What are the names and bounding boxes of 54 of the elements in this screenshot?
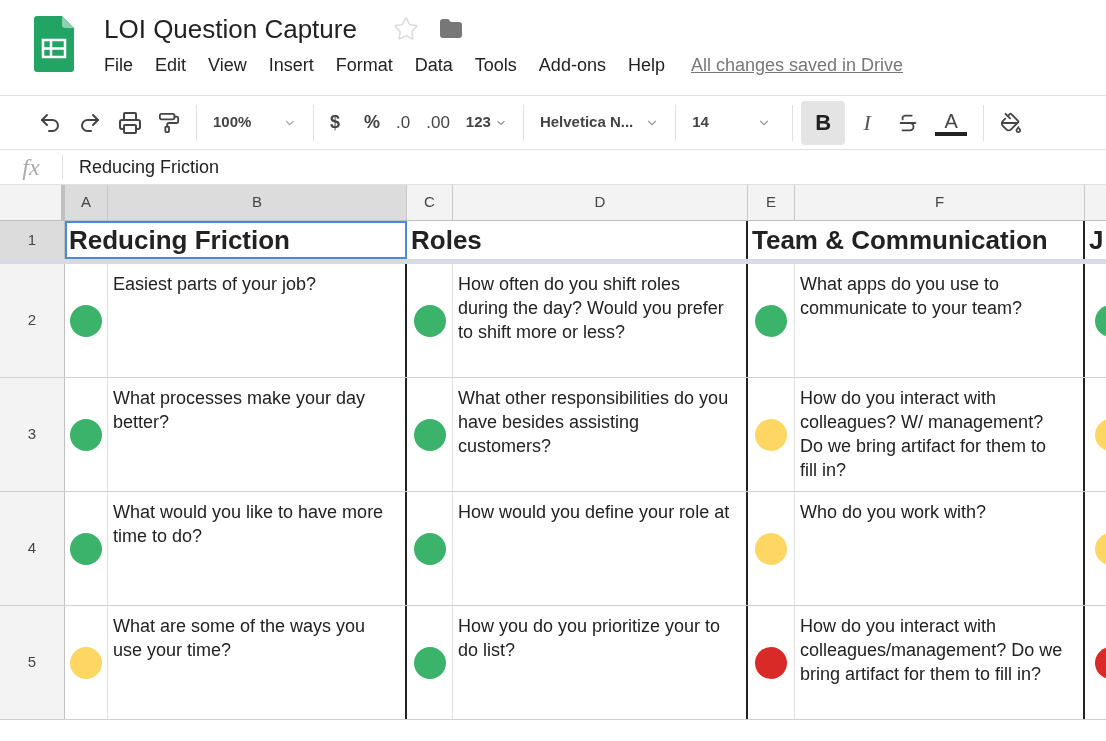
menu-item[interactable]: View [208, 52, 269, 79]
question-text: How do you interact with colleagues/management? Do we bring artifact for them to fill in? [800, 615, 1064, 686]
spreadsheet-logo-icon[interactable] [34, 16, 74, 72]
menu-item[interactable]: Data [414, 52, 475, 79]
zoom-dropdown[interactable]: 100% [205, 104, 305, 141]
question-text: Who do you work with? [800, 501, 988, 524]
column-header[interactable]: F [795, 185, 1085, 220]
menu-item[interactable]: Format [335, 52, 415, 79]
bold-button[interactable]: B [801, 100, 846, 145]
menu-item[interactable]: Tools [474, 52, 539, 79]
text-color-button[interactable]: A [927, 109, 976, 136]
column-header[interactable]: B [108, 185, 407, 220]
section-header-cell[interactable]: Reducing Friction [65, 221, 407, 259]
question-text: What are some of the ways you use your time? [113, 615, 367, 662]
row-number[interactable]: 4 [0, 492, 65, 605]
decrease-decimals-button[interactable]: .0 [388, 104, 419, 141]
question-text: What processes make your day better? [113, 387, 367, 434]
column-header[interactable]: E [748, 185, 795, 220]
menu-item[interactable]: File [104, 52, 155, 79]
section-header-cell[interactable]: J [1085, 221, 1106, 259]
question-text: Easiest parts of your job? [113, 273, 318, 296]
question-text: How would you define your role at [458, 501, 730, 524]
question-text: What apps do you use to communicate to your team? [800, 273, 1024, 320]
question-text: How often do you shift roles during the day? Would you prefer to shift more or less? [458, 273, 725, 344]
menu-item[interactable]: Help [627, 52, 687, 79]
currency-button[interactable]: $ [322, 104, 348, 141]
increase-decimals-button[interactable]: .00 [418, 104, 458, 141]
document-title[interactable]: LOI Question Capture [104, 12, 357, 46]
folder-icon[interactable] [438, 17, 463, 41]
column-header[interactable]: C [407, 185, 453, 220]
percent-button[interactable]: % [356, 104, 389, 141]
save-status-link[interactable]: All changes saved in Drive [690, 52, 904, 79]
question-text: How do you interact with colleagues? W/ management? Do we bring artifact for them to fill in? [800, 387, 1048, 482]
formula-input[interactable]: Reducing Friction [79, 153, 220, 181]
row-number[interactable]: 5 [0, 606, 65, 719]
question-text: How you do you prioritize your to do list? [458, 615, 722, 662]
section-header-cell[interactable]: Team & Communication [748, 221, 1085, 259]
column-header[interactable]: D [453, 185, 748, 220]
question-text: What other responsibilities do you have besides assisting customers? [458, 387, 730, 458]
section-header-cell[interactable]: Roles [407, 221, 748, 259]
font-size-dropdown[interactable]: 14 [684, 104, 785, 141]
row-number[interactable]: 2 [0, 264, 65, 377]
row-number[interactable]: 3 [0, 378, 65, 491]
menu-item[interactable]: Add-ons [538, 52, 628, 79]
font-dropdown[interactable]: Helvetica N... [531, 104, 668, 141]
star-icon[interactable] [392, 16, 419, 42]
menu-item[interactable]: Insert [268, 52, 336, 79]
row-number[interactable]: 1 [0, 221, 65, 259]
question-text: What would you like to have more time to do? [113, 501, 385, 548]
column-header[interactable]: A [65, 185, 108, 220]
number-format-dropdown[interactable]: 123 [457, 104, 515, 141]
menu-item[interactable]: Edit [155, 52, 209, 79]
italic-button[interactable]: I [845, 100, 890, 145]
formula-label: fx [21, 153, 41, 182]
